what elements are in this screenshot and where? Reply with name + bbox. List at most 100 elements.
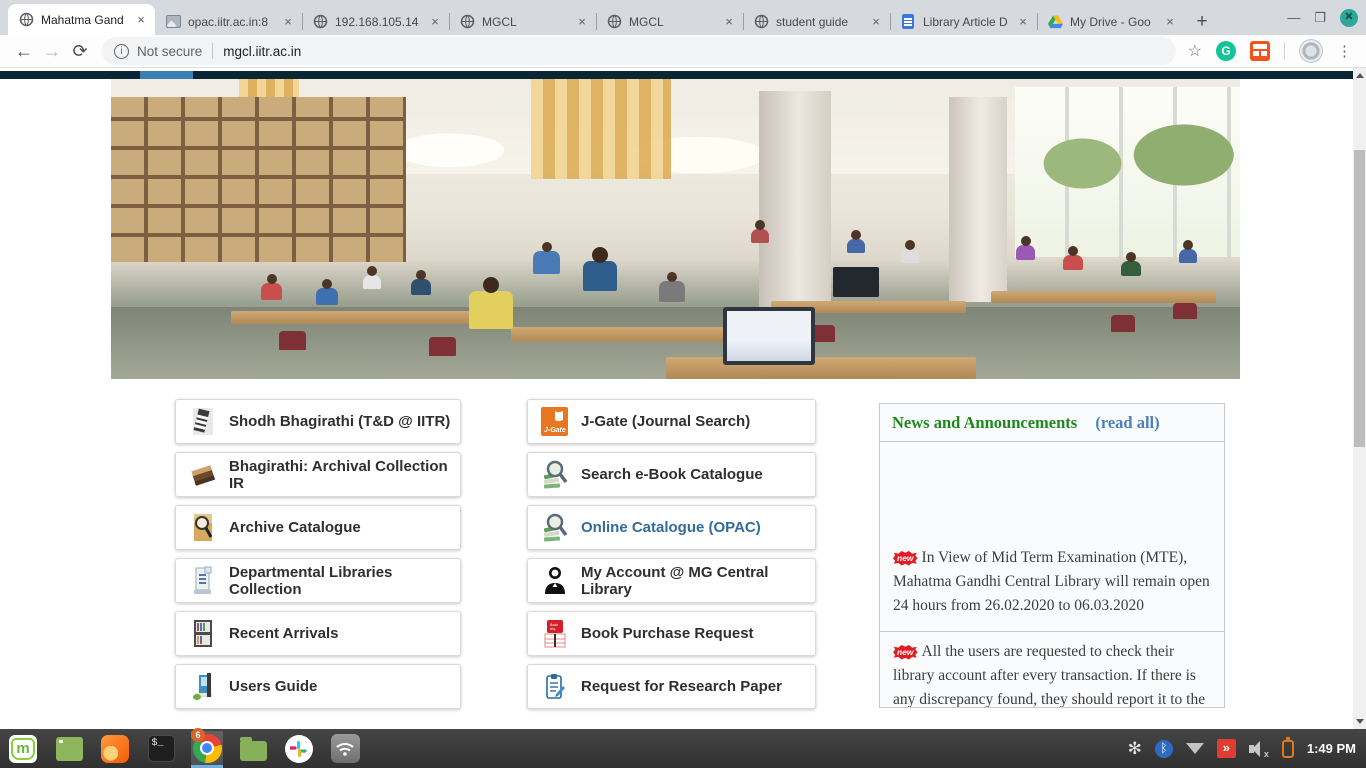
browser-menu-icon[interactable]: ⋮ xyxy=(1337,42,1352,60)
chrome-launcher[interactable]: 6 xyxy=(191,731,223,768)
taskbar: m $_ 6 ✻ ᛒ » x 1:49 PM xyxy=(0,729,1366,768)
department-kiosk-icon xyxy=(189,565,216,596)
tab-title: Library Article D xyxy=(923,15,1015,29)
firefox-launcher[interactable] xyxy=(99,733,131,765)
image-favicon xyxy=(165,14,181,30)
scrollbar-down-arrow-icon[interactable] xyxy=(1356,719,1364,724)
grammarly-extension-icon[interactable]: G xyxy=(1216,41,1236,61)
tab-close-icon[interactable]: × xyxy=(280,14,296,30)
link-jgate[interactable]: J-Gate J-Gate (Journal Search) xyxy=(527,399,816,444)
quick-link-label: Shodh Bhagirathi (T&D @ IITR) xyxy=(229,413,450,430)
security-status-label: Not secure xyxy=(137,44,202,59)
news-panel-header: News and Announcements (read all) xyxy=(880,404,1224,442)
tab-close-icon[interactable]: × xyxy=(133,12,149,28)
news-panel: News and Announcements (read all) newIn … xyxy=(879,403,1225,708)
link-my-account[interactable]: My Account @ MG Central Library xyxy=(527,558,816,603)
quick-link-label: Users Guide xyxy=(229,678,317,695)
system-tray: ✻ ᛒ » x 1:49 PM xyxy=(1128,739,1366,759)
news-item-text: newIn View of Mid Term Examination (MTE)… xyxy=(893,546,1211,618)
account-person-icon xyxy=(541,565,568,596)
quick-link-label: Bhagirathi: Archival Collection IR xyxy=(229,458,460,492)
link-users-guide[interactable]: Users Guide xyxy=(175,664,461,709)
tab-title: opac.iitr.ac.in:8 xyxy=(188,15,280,29)
tab-close-icon[interactable]: × xyxy=(721,14,737,30)
scrollbar-thumb[interactable] xyxy=(1354,150,1365,447)
link-research-paper-request[interactable]: Request for Research Paper xyxy=(527,664,816,709)
terminal-launcher[interactable]: $_ xyxy=(145,733,177,765)
terminal-icon: $_ xyxy=(148,735,175,762)
scrollbar-up-arrow-icon[interactable] xyxy=(1356,73,1364,78)
profile-avatar[interactable] xyxy=(1299,39,1323,63)
slack-launcher[interactable] xyxy=(283,733,315,765)
link-shodh-bhagirathi[interactable]: Shodh Bhagirathi (T&D @ IITR) xyxy=(175,399,461,444)
network-tool-launcher[interactable] xyxy=(329,733,361,765)
news-item: newAll the users are requested to check … xyxy=(880,632,1224,707)
tab-mahatma-gandhi-library[interactable]: Mahatma Gand × xyxy=(8,4,155,35)
tab-close-icon[interactable]: × xyxy=(1015,14,1031,30)
link-ebook-catalogue[interactable]: Search e-Book Catalogue xyxy=(527,452,816,497)
bookmark-star-icon[interactable]: ☆ xyxy=(1188,41,1202,61)
tab-my-drive[interactable]: My Drive - Goo × xyxy=(1037,8,1184,35)
site-navbar-active-item xyxy=(140,71,193,79)
volume-muted-icon[interactable]: x xyxy=(1249,741,1269,757)
svg-text:req.: req. xyxy=(550,627,556,631)
quick-link-label: Departmental Libraries Collection xyxy=(229,564,460,598)
link-online-catalogue-opac[interactable]: Online Catalogue (OPAC) xyxy=(527,505,816,550)
quick-link-label: Recent Arrivals xyxy=(229,625,339,642)
window-controls: — ❐ ✕ xyxy=(1287,0,1358,35)
battery-icon[interactable] xyxy=(1282,740,1294,758)
window-close-button[interactable]: ✕ xyxy=(1340,9,1358,27)
jgate-icon: J-Gate xyxy=(541,406,568,437)
tab-ip-address[interactable]: 192.168.105.14 × xyxy=(302,8,449,35)
tab-title: MGCL xyxy=(629,15,721,29)
tab-mgcl-2[interactable]: MGCL × xyxy=(596,8,743,35)
library-photo xyxy=(111,79,1240,379)
tab-close-icon[interactable]: × xyxy=(1162,14,1178,30)
page-info-icon[interactable]: i xyxy=(114,44,129,59)
taskbar-clock[interactable]: 1:49 PM xyxy=(1307,741,1356,756)
link-book-purchase-request[interactable]: Bookreq. Book Purchase Request xyxy=(527,611,816,656)
quick-link-label: Online Catalogue (OPAC) xyxy=(581,519,761,536)
wifi-app-icon xyxy=(331,734,360,763)
files-folder-icon xyxy=(240,741,267,761)
tab-opac[interactable]: opac.iitr.ac.in:8 × xyxy=(155,8,302,35)
window-maximize-button[interactable]: ❐ xyxy=(1314,11,1326,24)
research-paper-icon xyxy=(541,671,568,702)
tab-close-icon[interactable]: × xyxy=(427,14,443,30)
desktop-screen: Mahatma Gand × opac.iitr.ac.in:8 × 192.1… xyxy=(0,0,1366,768)
show-desktop-button[interactable] xyxy=(53,733,85,765)
bluetooth-icon[interactable]: ᛒ xyxy=(1155,740,1173,758)
mint-menu-button[interactable]: m xyxy=(7,733,39,765)
forward-button[interactable]: → xyxy=(38,37,66,65)
link-archive-catalogue[interactable]: Archive Catalogue xyxy=(175,505,461,550)
tab-close-icon[interactable]: × xyxy=(574,14,590,30)
page-scrollbar[interactable] xyxy=(1353,68,1366,729)
link-recent-arrivals[interactable]: Recent Arrivals xyxy=(175,611,461,656)
anydesk-icon[interactable]: » xyxy=(1217,739,1236,758)
extension-icon[interactable] xyxy=(1250,41,1270,61)
tab-mgcl-1[interactable]: MGCL × xyxy=(449,8,596,35)
window-minimize-button[interactable]: — xyxy=(1287,11,1300,24)
tab-library-article[interactable]: Library Article D × xyxy=(890,8,1037,35)
link-departmental-libraries[interactable]: Departmental Libraries Collection xyxy=(175,558,461,603)
files-launcher[interactable] xyxy=(237,733,269,765)
reload-button[interactable]: ⟳ xyxy=(66,37,94,65)
new-tab-button[interactable]: + xyxy=(1188,9,1216,35)
firefox-icon xyxy=(101,735,129,763)
quick-link-label: Archive Catalogue xyxy=(229,519,361,536)
wifi-signal-icon[interactable] xyxy=(1186,743,1204,754)
opac-search-icon xyxy=(541,512,568,543)
tab-close-icon[interactable]: × xyxy=(868,14,884,30)
globe-favicon xyxy=(459,14,475,30)
new-badge-icon: new xyxy=(893,551,918,566)
address-bar[interactable]: i Not secure mgcl.iitr.ac.in xyxy=(102,37,1176,65)
back-button[interactable]: ← xyxy=(10,37,38,65)
link-archival-collection[interactable]: Bhagirathi: Archival Collection IR xyxy=(175,452,461,497)
globe-favicon xyxy=(606,14,622,30)
globe-favicon xyxy=(753,14,769,30)
globe-favicon xyxy=(312,14,328,30)
slack-tray-icon[interactable]: ✻ xyxy=(1128,739,1142,759)
browser-toolbar: ← → ⟳ i Not secure mgcl.iitr.ac.in ☆ G ⋮ xyxy=(0,35,1366,68)
tab-student-guide[interactable]: student guide × xyxy=(743,8,890,35)
read-all-link[interactable]: (read all) xyxy=(1095,413,1159,432)
